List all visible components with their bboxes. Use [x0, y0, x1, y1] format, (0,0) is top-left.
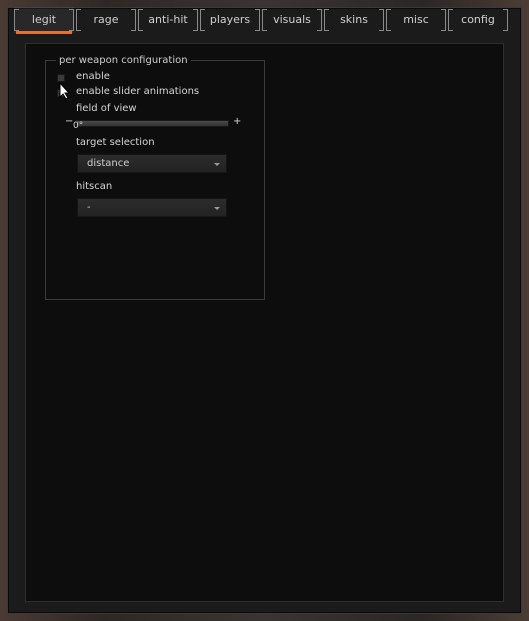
- tab-label: players: [209, 13, 251, 26]
- fov-value: 0°: [73, 121, 84, 131]
- tab-misc[interactable]: misc: [386, 7, 446, 33]
- tab-visuals[interactable]: visuals: [262, 7, 322, 33]
- tab-label: legit: [31, 13, 57, 26]
- tab-label: visuals: [273, 13, 311, 26]
- fov-slider[interactable]: [76, 120, 229, 127]
- tab-legit[interactable]: legit: [14, 7, 74, 34]
- tab-players[interactable]: players: [200, 7, 260, 33]
- chevron-down-icon: [214, 207, 220, 210]
- tab-bar: legit rage anti-hit players visuals skin…: [14, 7, 514, 35]
- tab-label: misc: [403, 13, 429, 26]
- tab-anti-hit[interactable]: anti-hit: [138, 7, 198, 33]
- group-title: per weapon configuration: [56, 54, 191, 67]
- chevron-down-icon: [214, 163, 220, 166]
- target-selection-dropdown[interactable]: distance: [77, 154, 227, 173]
- tab-skins[interactable]: skins: [324, 7, 384, 33]
- tab-label: config: [461, 13, 495, 26]
- slider-animations-label: enable slider animations: [76, 86, 200, 97]
- enable-label: enable: [76, 71, 110, 82]
- tab-config[interactable]: config: [448, 7, 508, 33]
- hitscan-value: -: [87, 202, 91, 213]
- tab-label: rage: [93, 13, 119, 26]
- tab-label: skins: [340, 13, 368, 26]
- hitscan-dropdown[interactable]: -: [77, 198, 227, 217]
- tab-rage[interactable]: rage: [76, 7, 136, 33]
- fov-label: field of view: [76, 103, 137, 114]
- mouse-cursor-icon: [59, 82, 71, 100]
- enable-checkbox[interactable]: [57, 74, 65, 82]
- fov-increase-button[interactable]: +: [233, 116, 241, 128]
- target-selection-value: distance: [87, 158, 130, 169]
- active-tab-indicator: [16, 31, 72, 34]
- hitscan-label: hitscan: [76, 181, 113, 192]
- tab-label: anti-hit: [148, 13, 188, 26]
- target-selection-label: target selection: [76, 137, 155, 148]
